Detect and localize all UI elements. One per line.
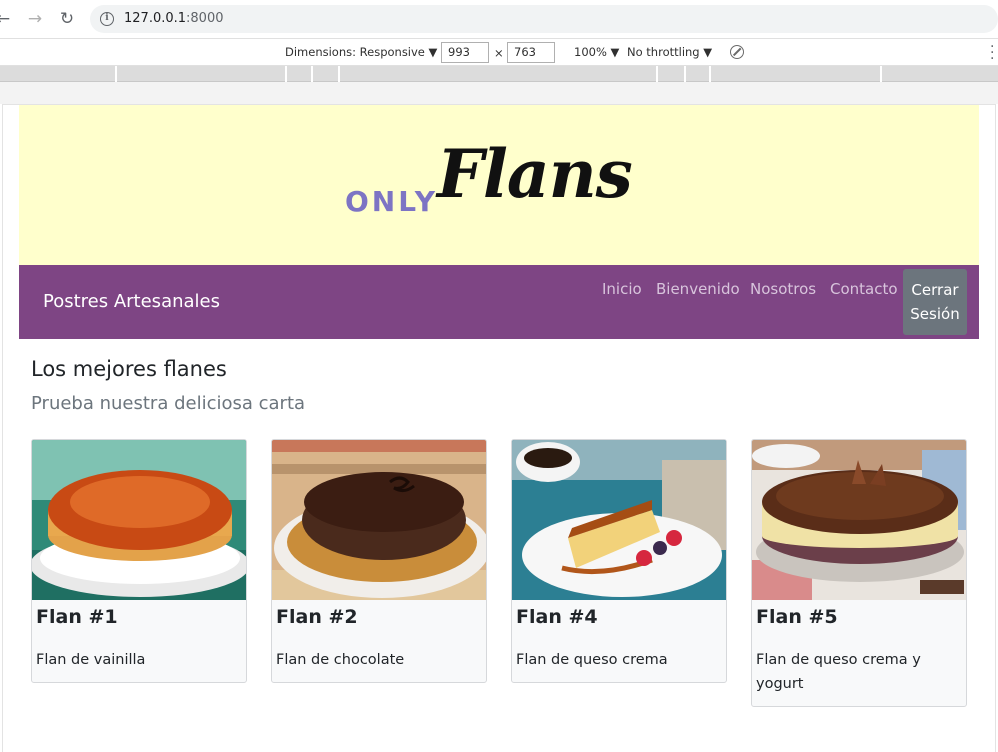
height-input[interactable]: 763 [507,42,555,63]
back-arrow-icon[interactable]: ← [0,8,14,30]
site-info-icon[interactable]: i [100,12,114,26]
reload-icon[interactable]: ↻ [56,8,78,30]
card-description: Flan de queso crema y yogurt [756,652,921,692]
logout-label-line1: Cerrar [911,281,959,299]
site-logo[interactable]: ONLY Flans [345,135,655,235]
header-banner: ONLY Flans [19,105,979,265]
card-image [32,440,246,600]
card-image [512,440,726,600]
navbar: Postres Artesanales Inicio Bienvenido No… [19,265,979,339]
product-card[interactable]: Flan #5 Flan de queso crema y yogurt [751,439,967,707]
navbar-brand[interactable]: Postres Artesanales [43,291,220,312]
dimensions-dropdown[interactable]: Dimensions: Responsive ▼ [285,45,437,59]
card-title: Flan #4 [516,606,598,628]
nav-link-contacto[interactable]: Contacto [830,280,898,298]
card-title: Flan #1 [36,606,118,628]
card-title: Flan #5 [756,606,838,628]
more-options-icon[interactable]: · · · [990,40,994,66]
logout-label-line2: Sesión [910,305,960,323]
ruler-tick[interactable] [709,66,711,82]
device-toolbar: Dimensions: Responsive ▼ 993 × 763 100% … [0,38,998,66]
logout-button[interactable]: Cerrar Sesión [903,269,967,335]
viewport-gutter [0,82,998,104]
page-subtitle: Prueba nuestra deliciosa carta [31,393,306,414]
card-image [272,440,486,600]
card-title: Flan #2 [276,606,358,628]
page-title: Los mejores flanes [31,357,227,381]
logo-only-text: ONLY [345,185,438,218]
times-sign: × [494,46,504,60]
nav-link-inicio[interactable]: Inicio [602,280,642,298]
ruler-tick[interactable] [285,66,287,82]
media-query-ruler [0,66,998,82]
forward-arrow-icon[interactable]: → [24,8,46,30]
nav-link-nosotros[interactable]: Nosotros [750,280,816,298]
ruler-tick[interactable] [684,66,686,82]
card-image [752,440,966,600]
address-bar[interactable]: i 127.0.0.1:8000 [90,5,998,33]
rotate-icon[interactable] [730,45,744,59]
zoom-dropdown[interactable]: 100% ▼ [574,45,619,59]
ruler-tick[interactable] [338,66,340,82]
ruler-tick[interactable] [880,66,882,82]
product-card[interactable]: Flan #2 Flan de chocolate [271,439,487,683]
width-input[interactable]: 993 [441,42,489,63]
browser-toolbar: ← → ↻ i 127.0.0.1:8000 [0,0,998,38]
ruler-tick[interactable] [656,66,658,82]
card-description: Flan de queso crema [516,652,668,668]
nav-link-bienvenido[interactable]: Bienvenido [656,280,740,298]
throttling-dropdown[interactable]: No throttling ▼ [627,45,712,59]
page-viewport: ONLY Flans Postres Artesanales Inicio Bi… [2,104,996,752]
logo-flans-text: Flans [437,135,633,213]
ruler-tick[interactable] [115,66,117,82]
product-card[interactable]: Flan #1 Flan de vainilla [31,439,247,683]
card-description: Flan de chocolate [276,652,405,668]
ruler-tick[interactable] [311,66,313,82]
product-card[interactable]: Flan #4 Flan de queso crema [511,439,727,683]
card-description: Flan de vainilla [36,652,146,668]
url-text: 127.0.0.1:8000 [124,11,224,26]
